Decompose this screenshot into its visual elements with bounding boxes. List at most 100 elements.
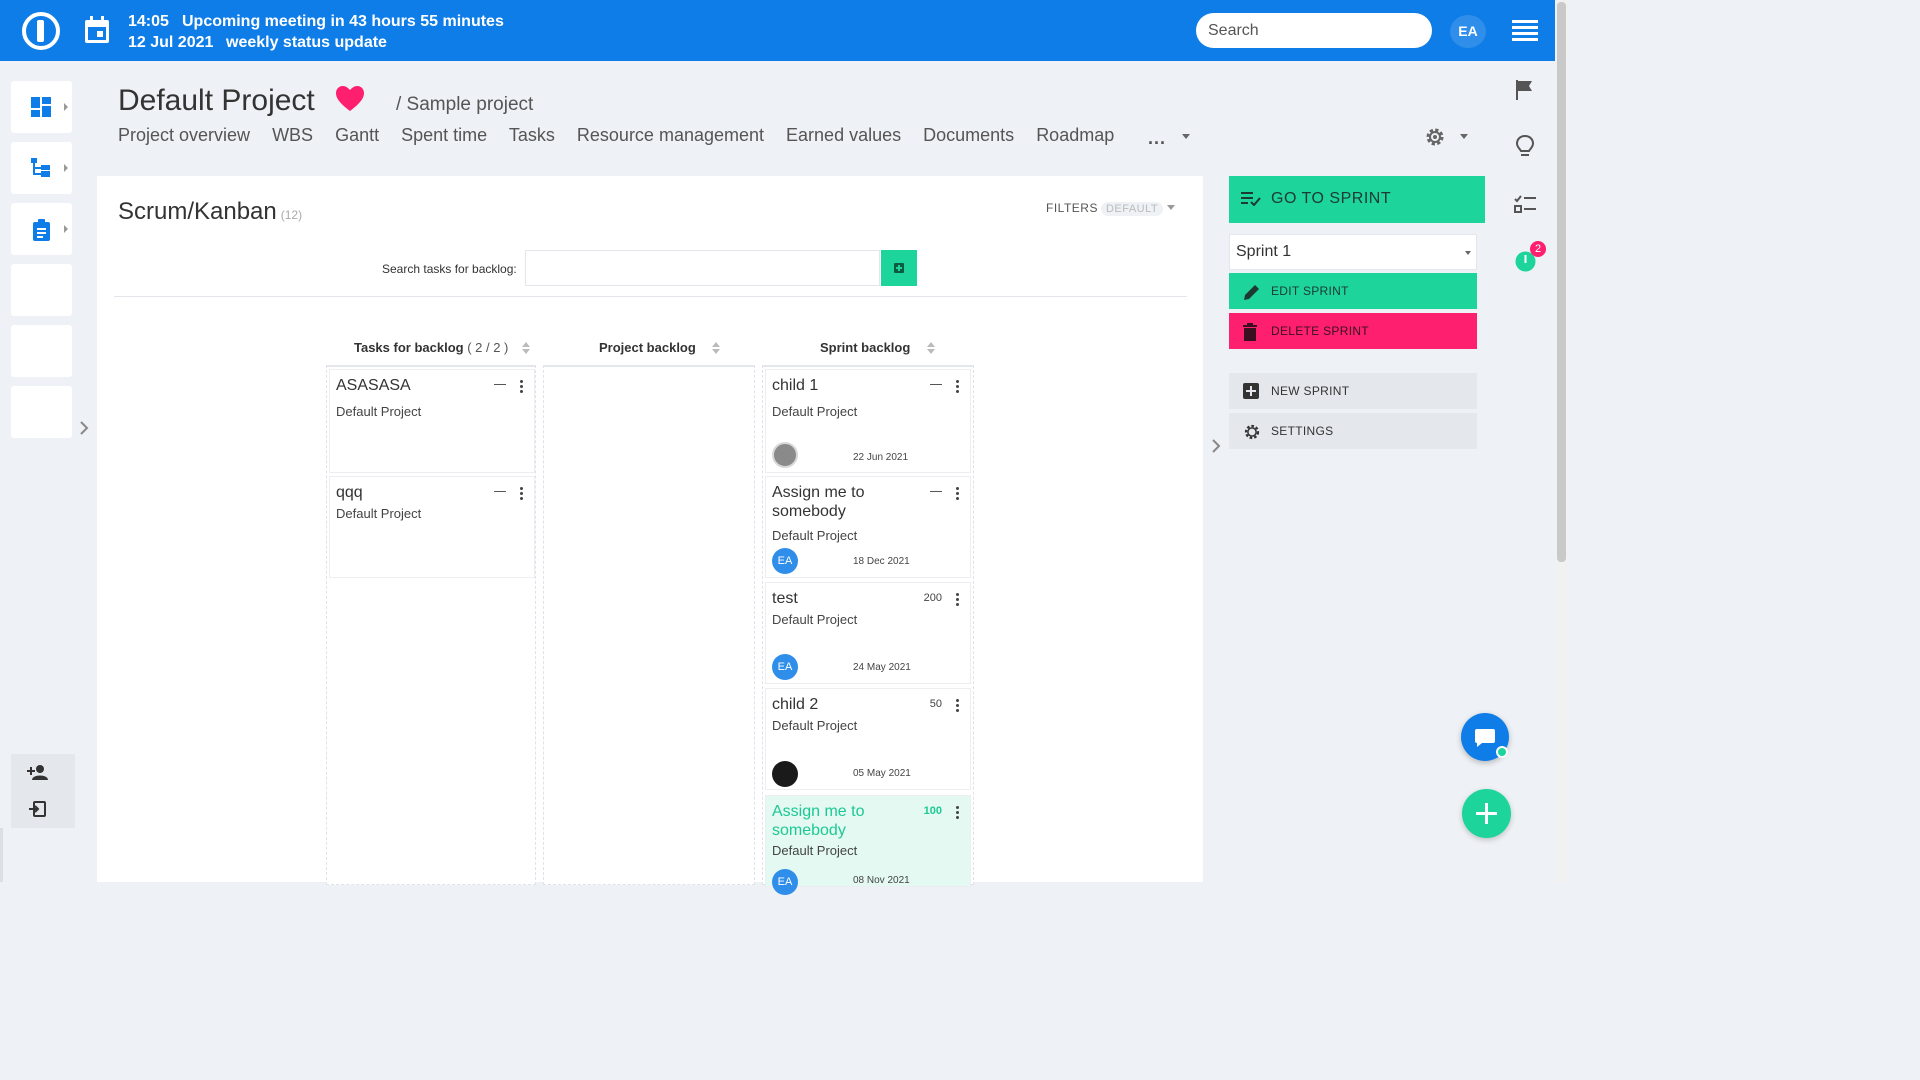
logout-icon[interactable] (29, 801, 47, 817)
logo-icon[interactable] (22, 12, 60, 50)
panel-collapse-icon[interactable] (1210, 438, 1222, 454)
sort-icon[interactable] (522, 342, 530, 356)
lightbulb-icon[interactable] (1516, 135, 1534, 159)
task-card[interactable]: Assign me to somebody Default Project 10… (765, 795, 971, 895)
chevron-down-icon[interactable] (1460, 134, 1468, 139)
collapse-icon[interactable] (494, 491, 506, 492)
card-title[interactable]: child 2 (772, 695, 922, 714)
kebab-menu-icon[interactable] (956, 380, 959, 393)
add-user-icon[interactable] (27, 764, 49, 780)
column-count: ( 2 / 2 ) (467, 340, 509, 355)
kebab-menu-icon[interactable] (956, 487, 959, 500)
sidebar-item-tasks[interactable] (11, 203, 72, 255)
column-tasks-for-backlog[interactable]: ASASASA Default Project qqq Default Proj… (326, 365, 536, 885)
card-title[interactable]: Assign me to somebody (772, 802, 922, 840)
task-card[interactable]: child 1 Default Project 22 Jun 2021 (765, 369, 971, 473)
task-card[interactable]: Assign me to somebody Default Project EA… (765, 476, 971, 578)
task-card[interactable]: child 2 Default Project 50 05 May 2021 (765, 688, 971, 790)
board-title-text: Scrum/Kanban (118, 198, 277, 225)
collapse-icon[interactable] (930, 491, 942, 492)
tab-earned-values[interactable]: Earned values (786, 125, 901, 145)
kebab-menu-icon[interactable] (520, 487, 523, 500)
tab-documents[interactable]: Documents (923, 125, 1014, 145)
quick-add-button[interactable] (1462, 789, 1511, 838)
checklist-icon[interactable] (1514, 195, 1536, 213)
calendar-icon[interactable] (84, 16, 110, 44)
gear-icon[interactable] (1423, 125, 1447, 149)
sprint-settings-button[interactable]: SETTINGS (1229, 413, 1477, 449)
backlog-search-input[interactable] (525, 250, 880, 286)
column-title: Sprint backlog (820, 340, 911, 355)
collapse-icon[interactable] (930, 384, 942, 385)
parent-project-link[interactable]: / Sample project (396, 94, 533, 116)
tab-spent-time[interactable]: Spent time (401, 125, 487, 145)
chevron-down-icon[interactable] (1182, 134, 1190, 139)
sidebar-item-empty-3[interactable] (11, 386, 72, 438)
avatar[interactable] (772, 761, 798, 787)
sidebar-expand-icon[interactable] (78, 420, 90, 436)
task-card[interactable]: ASASASA Default Project (329, 369, 535, 473)
sort-icon[interactable] (712, 342, 720, 356)
card-title[interactable]: ASASASA (336, 376, 486, 395)
menu-more-button[interactable]: ... (1148, 128, 1166, 149)
sprint-select-value: Sprint 1 (1236, 243, 1292, 260)
kebab-menu-icon[interactable] (520, 380, 523, 393)
card-title[interactable]: test (772, 589, 922, 608)
card-project: Default Project (772, 404, 858, 419)
page-title: Default Project (118, 84, 315, 117)
flag-icon[interactable] (1516, 80, 1534, 100)
upcoming-meeting[interactable]: 14:05 Upcoming meeting in 43 hours 55 min… (128, 11, 504, 53)
card-title[interactable]: child 1 (772, 376, 922, 395)
card-title[interactable]: Assign me to somebody (772, 483, 922, 521)
column-header-project-backlog[interactable]: Project backlog (599, 340, 696, 355)
sidebar-item-empty-1[interactable] (11, 264, 72, 316)
online-indicator (1496, 746, 1508, 758)
plus-box-icon (1243, 383, 1259, 399)
sort-icon[interactable] (927, 342, 935, 356)
new-sprint-button[interactable]: NEW SPRINT (1229, 373, 1477, 409)
kebab-menu-icon[interactable] (956, 593, 959, 606)
card-project: Default Project (772, 843, 858, 858)
user-avatar[interactable]: EA (1450, 15, 1486, 48)
card-title[interactable]: qqq (336, 483, 486, 502)
board-title: Scrum/Kanban (12) (118, 198, 302, 226)
tab-resource-management[interactable]: Resource management (577, 125, 764, 145)
backlog-search-label: Search tasks for backlog: (382, 262, 517, 276)
card-date: 05 May 2021 (853, 768, 911, 779)
sidebar-item-dashboard[interactable] (11, 81, 72, 133)
edit-sprint-button[interactable]: EDIT SPRINT (1229, 273, 1477, 309)
kebab-menu-icon[interactable] (956, 699, 959, 712)
tab-gantt[interactable]: Gantt (335, 125, 379, 145)
scrollbar-thumb[interactable] (1557, 2, 1566, 562)
avatar[interactable]: EA (772, 869, 798, 895)
filters-label: FILTERS (1046, 201, 1098, 215)
sprint-select[interactable]: Sprint 1 (1229, 234, 1477, 270)
go-to-sprint-button[interactable]: GO TO SPRINT (1229, 176, 1485, 223)
backlog-add-button[interactable] (881, 250, 917, 286)
sidebar-item-empty-2[interactable] (11, 325, 72, 377)
collapse-icon[interactable] (494, 384, 506, 385)
heart-icon[interactable] (336, 86, 364, 112)
column-header-sprint-backlog[interactable]: Sprint backlog (820, 340, 910, 355)
edit-sprint-label: EDIT SPRINT (1271, 284, 1349, 298)
filters-toggle[interactable]: FILTERS DEFAULT (1046, 201, 1176, 216)
avatar[interactable]: EA (772, 654, 798, 680)
task-card[interactable]: qqq Default Project (329, 476, 535, 578)
task-card[interactable]: test Default Project 200 EA 24 May 2021 (765, 582, 971, 684)
column-sprint-backlog[interactable]: child 1 Default Project 22 Jun 2021 Assi… (762, 365, 974, 895)
column-header-tasks-for-backlog[interactable]: Tasks for backlog ( 2 / 2 ) (354, 340, 508, 355)
avatar[interactable] (772, 442, 798, 468)
avatar[interactable]: EA (772, 548, 798, 574)
tab-wbs[interactable]: WBS (272, 125, 313, 145)
tab-project-overview[interactable]: Project overview (118, 125, 250, 145)
scrum-kanban-panel: Scrum/Kanban (12) FILTERS DEFAULT Search t… (97, 176, 1203, 895)
chat-button[interactable] (1461, 713, 1509, 761)
delete-sprint-button[interactable]: DELETE SPRINT (1229, 313, 1477, 349)
hamburger-icon[interactable] (1512, 20, 1538, 41)
tab-tasks[interactable]: Tasks (509, 125, 555, 145)
kebab-menu-icon[interactable] (956, 806, 959, 819)
column-project-backlog[interactable] (543, 365, 755, 885)
tab-roadmap[interactable]: Roadmap (1036, 125, 1114, 145)
sidebar-item-tree[interactable] (11, 142, 72, 194)
search-input[interactable] (1196, 13, 1432, 48)
